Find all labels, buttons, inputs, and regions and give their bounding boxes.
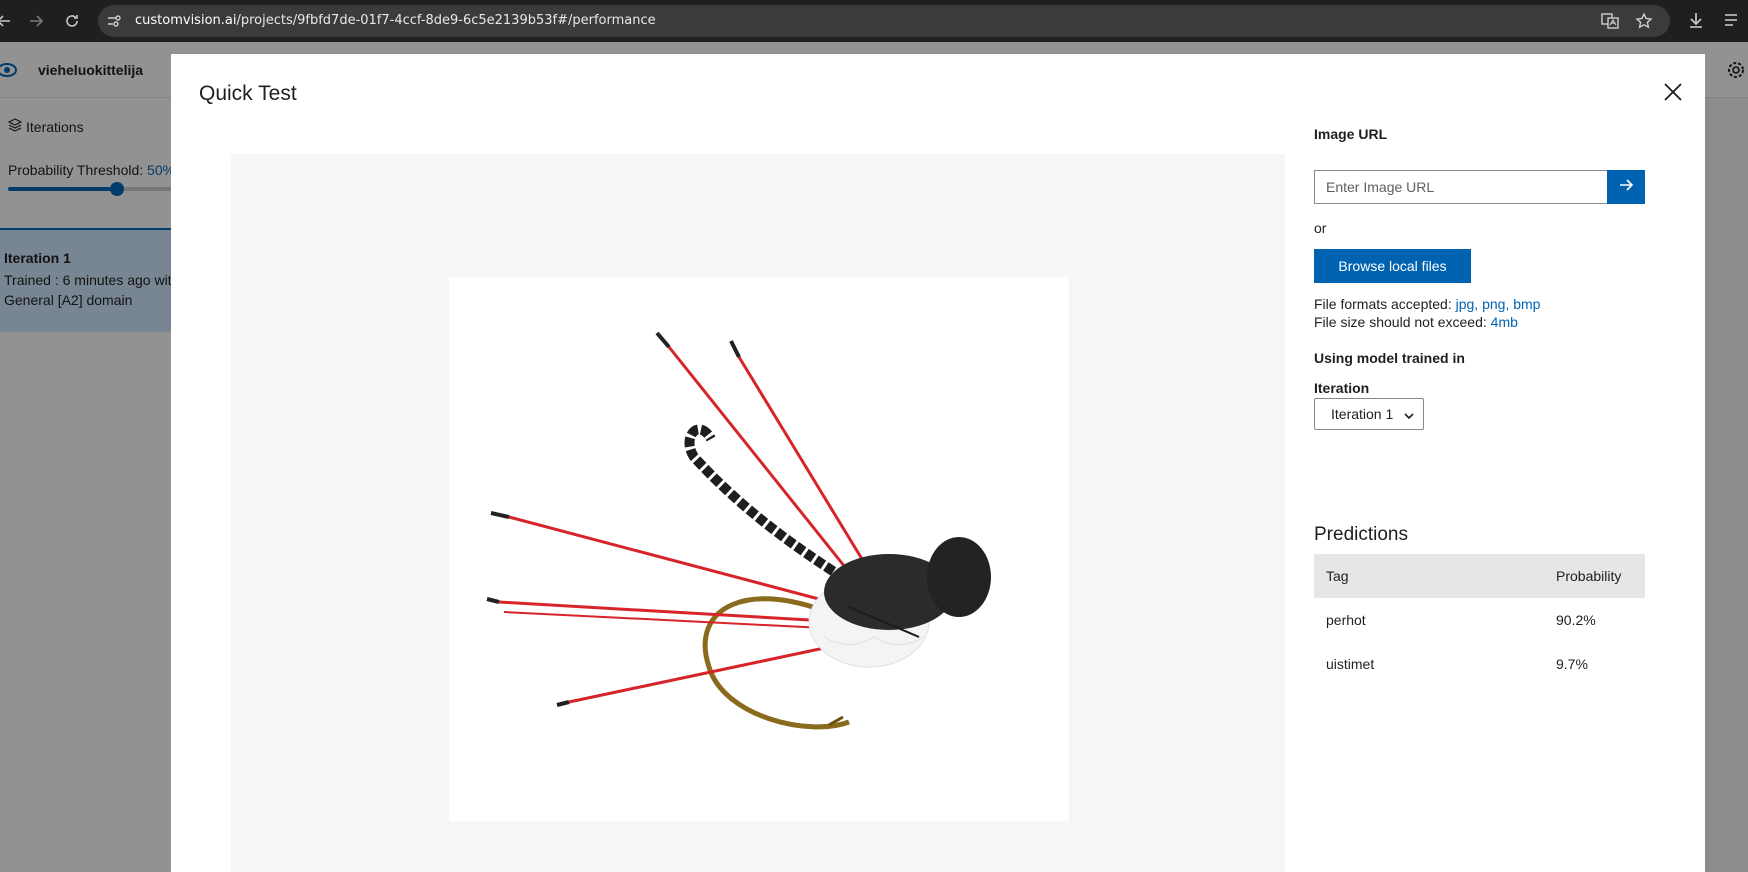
file-size-info: File size should not exceed: 4mb [1314, 314, 1518, 330]
image-preview-area [231, 154, 1285, 872]
file-formats-label: File formats accepted: [1314, 296, 1456, 312]
browse-local-files-button[interactable]: Browse local files [1314, 249, 1471, 283]
test-controls-panel: Image URL or Browse local files File for… [1314, 54, 1705, 872]
column-header-probability: Probability [1544, 554, 1645, 598]
quick-test-dialog: Quick Test Image URL Enter Image URL or … [171, 54, 1705, 872]
url-text: customvision.ai/projects/9fbfd7de-01f7-4… [135, 13, 656, 28]
file-size-value: 4mb [1490, 314, 1518, 330]
using-model-label: Using model trained in [1314, 350, 1465, 366]
image-url-label: Image URL [1314, 126, 1388, 142]
or-text: or [1314, 220, 1327, 236]
bookmark-star-icon[interactable] [1635, 12, 1653, 30]
image-url-input[interactable] [1314, 170, 1607, 204]
browser-toolbar: customvision.ai/projects/9fbfd7de-01f7-4… [0, 0, 1748, 42]
address-bar[interactable]: customvision.ai/projects/9fbfd7de-01f7-4… [98, 5, 1670, 37]
file-formats-info: File formats accepted: jpg, png, bmp [1314, 296, 1540, 312]
table-header-row: Tag Probability [1314, 554, 1645, 598]
chevron-down-icon [1403, 409, 1415, 421]
iteration-select[interactable]: Iteration 1 [1314, 398, 1424, 430]
prediction-probability: 9.7% [1556, 656, 1588, 672]
file-size-label: File size should not exceed: [1314, 314, 1491, 330]
reload-icon[interactable] [62, 11, 82, 31]
predictions-title: Predictions [1314, 524, 1408, 545]
forward-icon[interactable] [26, 11, 46, 31]
translate-icon[interactable] [1601, 12, 1619, 30]
url-path: /projects/9fbfd7de-01f7-4ccf-8de9-6c5e21… [236, 13, 656, 28]
file-formats-value: jpg, png, bmp [1455, 296, 1541, 312]
dialog-title: Quick Test [199, 82, 297, 105]
test-image [449, 277, 1069, 821]
prediction-probability: 90.2% [1556, 612, 1596, 628]
reading-list-icon[interactable] [1722, 10, 1742, 30]
iteration-label: Iteration [1314, 380, 1370, 396]
site-info-icon[interactable] [106, 13, 122, 29]
predictions-table: Tag Probability perhot 90.2% uistimet 9.… [1314, 554, 1645, 686]
submit-url-button[interactable] [1607, 170, 1645, 204]
table-row: uistimet 9.7% [1314, 642, 1645, 686]
iteration-select-value: Iteration 1 [1331, 406, 1394, 422]
arrow-right-icon [1618, 177, 1634, 198]
prediction-tag: uistimet [1326, 656, 1375, 672]
column-header-tag: Tag [1314, 554, 1544, 598]
back-icon[interactable] [0, 11, 14, 31]
url-host: customvision.ai [135, 13, 237, 28]
download-icon[interactable] [1686, 10, 1706, 30]
table-row: perhot 90.2% [1314, 598, 1645, 642]
prediction-tag: perhot [1326, 612, 1366, 628]
